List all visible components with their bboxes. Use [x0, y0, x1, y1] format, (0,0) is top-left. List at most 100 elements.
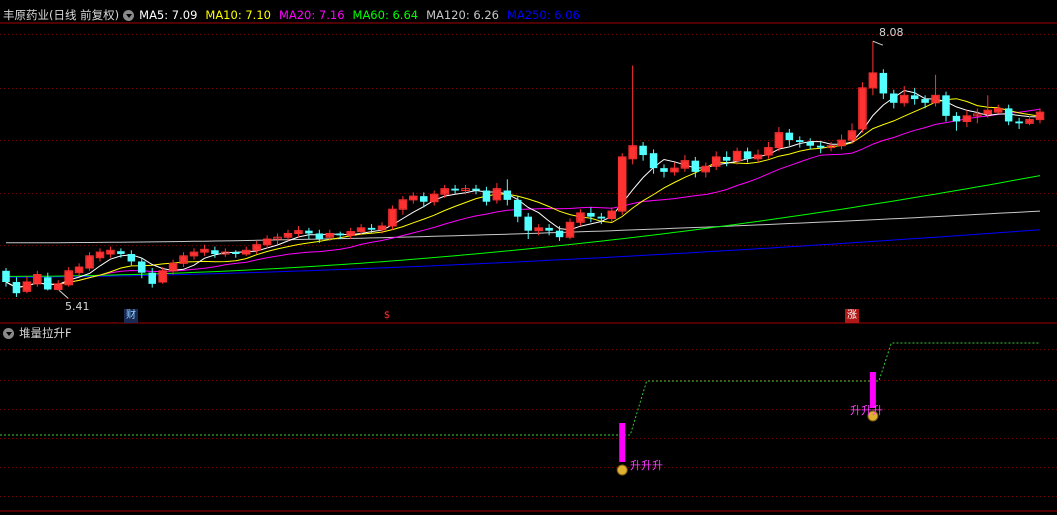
candle-body-down — [138, 261, 146, 273]
candle-body-up-fill — [54, 284, 62, 289]
candle-body-up-fill — [566, 222, 574, 237]
ma5-line — [5, 89, 1041, 289]
candle-body-up-fill — [169, 263, 177, 271]
candle-body-down — [12, 282, 21, 294]
candle-body-down — [117, 251, 125, 254]
candle-body-down — [910, 95, 919, 100]
candle-body-down — [743, 151, 752, 159]
candle-body-up-fill — [1026, 120, 1033, 123]
candle-body-down — [555, 230, 564, 238]
stock-title: 丰原药业(日线 前复权) — [3, 8, 120, 22]
candle-body-down — [482, 190, 491, 202]
candle-body-up-fill — [65, 271, 72, 285]
candle-body-up-fill — [712, 157, 720, 166]
candle-body-down — [691, 160, 700, 172]
candle-body-up-fill — [733, 151, 741, 161]
candle-body-up-fill — [410, 196, 417, 200]
candle-body-down — [660, 168, 668, 172]
candle-body-down — [127, 254, 136, 262]
high-arrow — [872, 40, 884, 46]
candle-body-down — [796, 140, 804, 142]
candle-body-up-fill — [180, 256, 187, 263]
candle-body-up-fill — [201, 249, 208, 252]
candle-body-up-fill — [775, 133, 783, 148]
candle-body-down — [1015, 121, 1023, 124]
candle-body-up-fill — [430, 194, 438, 202]
candle-body-up-fill — [263, 239, 271, 245]
candle-body-up-fill — [702, 166, 710, 172]
chevron-down-icon[interactable] — [123, 9, 135, 21]
candle-body-up-fill — [765, 148, 772, 155]
candle-body-down — [952, 115, 961, 122]
high-price-label: 8.08 — [879, 26, 904, 39]
candle-body-down — [879, 72, 888, 94]
candle-body-up-fill — [357, 228, 365, 232]
finance-marker[interactable]: 财 — [124, 309, 138, 323]
candle-body-up-fill — [159, 271, 166, 282]
candle-body-up-fill — [681, 161, 689, 168]
ma-legend-item: MA10: 7.10 — [205, 8, 271, 22]
candle-body-down — [921, 99, 929, 103]
dollar-marker[interactable]: $ — [380, 309, 394, 323]
candle-body-down — [2, 270, 10, 282]
candlestick-chart — [0, 22, 1057, 512]
candle-body-down — [503, 190, 512, 200]
candle-body-up-fill — [629, 146, 636, 159]
candle-body-up-fill — [577, 213, 584, 222]
ma20-line — [5, 108, 1041, 289]
candle-body-up-fill — [493, 189, 501, 200]
candle-body-down — [597, 216, 606, 219]
candle-body-up-fill — [1036, 112, 1044, 120]
candle-body-up-fill — [389, 209, 396, 226]
signal-bar — [619, 423, 626, 462]
ma-legend-item: MA60: 6.64 — [352, 8, 419, 22]
candle-body-up-fill — [23, 282, 31, 291]
ma-legend-item: MA20: 7.16 — [278, 8, 345, 22]
limit-up-marker[interactable]: 涨 — [845, 309, 859, 323]
candle-body-up-fill — [900, 95, 908, 103]
ma-legend: MA5: 7.09 MA10: 7.10 MA20: 7.16 MA60: 6.64 M… — [139, 7, 588, 23]
candle-body-up-fill — [190, 252, 198, 256]
candle-body-down — [890, 93, 898, 103]
candle-body-down — [722, 156, 731, 161]
candle-body-up-fill — [838, 140, 845, 146]
candle-body-down — [942, 95, 950, 116]
candle-body-up-fill — [96, 252, 104, 258]
ma-legend-item: MA250: 6.06 — [506, 8, 580, 22]
ma-legend-item: MA5: 7.09 — [139, 8, 198, 22]
candle-body-up-fill — [242, 250, 250, 254]
candle-body-up-fill — [75, 267, 83, 273]
candle-body-down — [472, 188, 480, 191]
candle-body-up-fill — [984, 110, 992, 114]
candle-body-up-fill — [671, 168, 678, 172]
low-price-label: 5.41 — [65, 300, 90, 313]
candle-body-up-fill — [963, 116, 971, 121]
candle-body-down — [420, 196, 428, 202]
candle-body-down — [367, 227, 376, 230]
candle-body-up-fill — [284, 233, 292, 237]
candle-body-up-fill — [399, 200, 407, 209]
signal-label-2: 升升升 — [850, 404, 883, 417]
candle-body-up-fill — [608, 211, 616, 219]
low-arrow — [58, 290, 69, 299]
indicator-name: 堆量拉升F — [19, 326, 72, 340]
candle-body-down — [305, 230, 313, 234]
candle-body-down — [1004, 108, 1013, 122]
candle-body-down — [315, 233, 324, 240]
candle-body-up-fill — [859, 88, 866, 129]
candle-body-down — [587, 212, 595, 217]
candle-body-down — [514, 199, 522, 217]
coin-icon — [616, 464, 628, 476]
indicator-header: 堆量拉升F — [3, 325, 72, 341]
candle-body-down — [148, 272, 156, 284]
candle-body-up-fill — [107, 250, 114, 254]
candle-body-up-fill — [441, 189, 448, 194]
candle-body-up-fill — [754, 155, 762, 159]
candle-body-down — [785, 132, 794, 141]
candle-body-up-fill — [535, 228, 542, 231]
candle-body-down — [44, 277, 52, 290]
candle-body-up-fill — [34, 275, 41, 284]
candle-body-up-fill — [932, 95, 939, 103]
candle-body-up-fill — [378, 226, 386, 230]
chevron-down-icon[interactable] — [3, 327, 14, 339]
